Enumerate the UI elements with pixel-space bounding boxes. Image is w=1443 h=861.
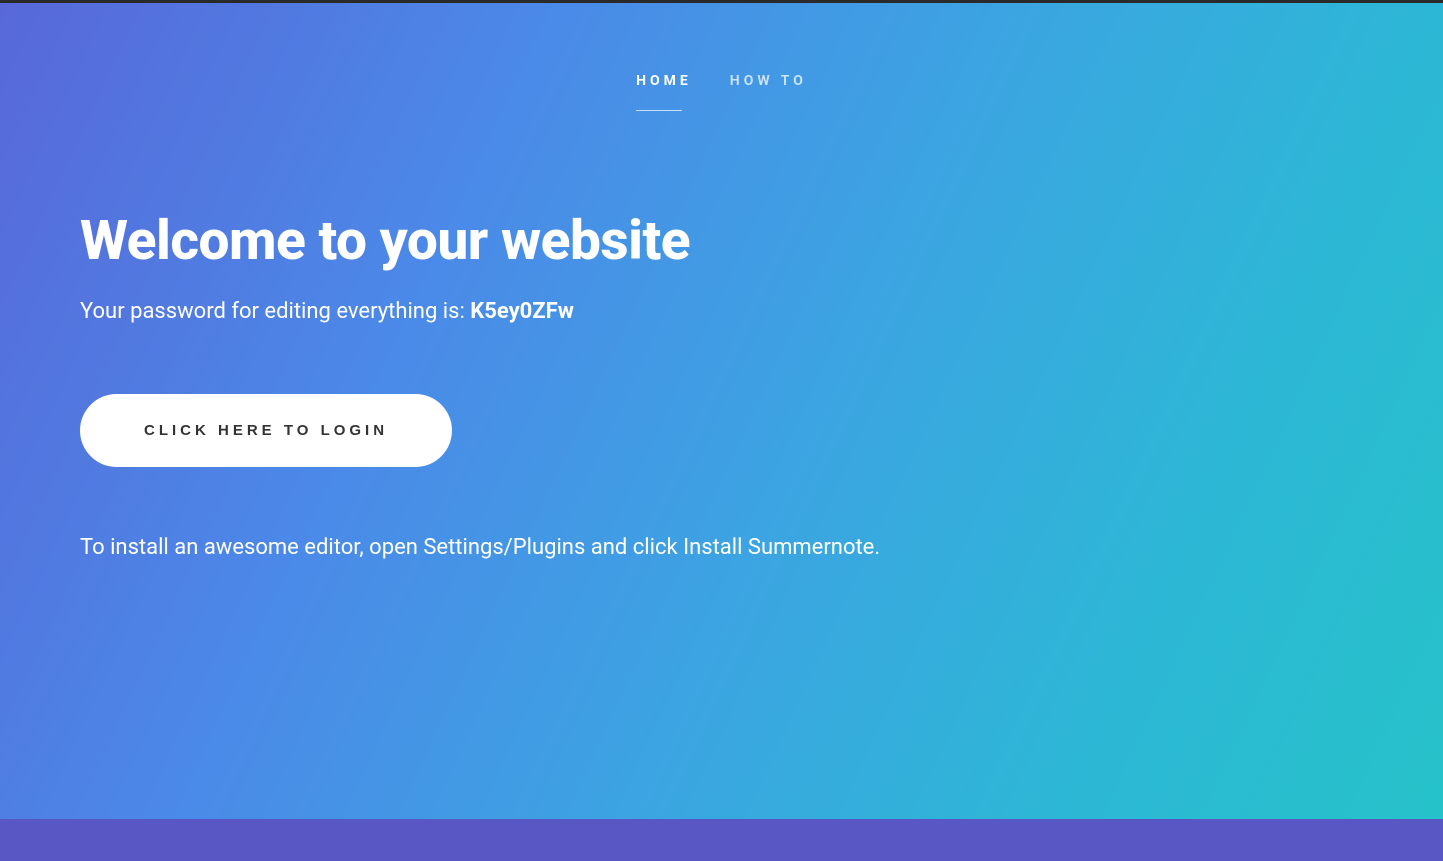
- instruction-text: To install an awesome editor, open Setti…: [80, 535, 1363, 560]
- nav-item-label: How To: [730, 73, 807, 89]
- nav-item-home[interactable]: Home: [636, 73, 692, 111]
- password-prefix: Your password for editing everything is:: [80, 299, 470, 324]
- main-nav: Home How To: [80, 3, 1363, 111]
- nav-item-label: Home: [636, 73, 692, 89]
- login-button[interactable]: CLICK HERE TO LOGIN: [80, 394, 452, 467]
- page-title: Welcome to your website: [80, 209, 1363, 273]
- password-value: K5ey0ZFw: [470, 299, 574, 324]
- footer-bar: [0, 819, 1443, 861]
- password-line: Your password for editing everything is:…: [80, 299, 1363, 324]
- hero-section: Home How To Welcome to your website Your…: [0, 3, 1443, 819]
- hero-content: Welcome to your website Your password fo…: [80, 111, 1363, 560]
- nav-item-howto[interactable]: How To: [730, 73, 807, 111]
